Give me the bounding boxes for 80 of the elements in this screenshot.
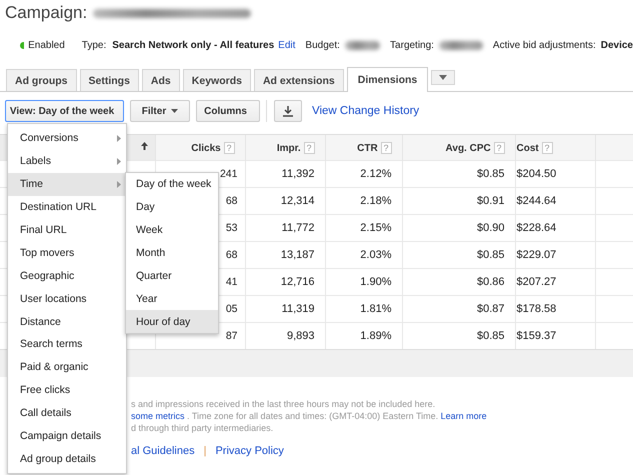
budget-label: Budget: (305, 40, 340, 50)
footer-note-text: s and impressions received in the last three hours may not be included here. (131, 399, 436, 409)
targeting-label: Targeting: (390, 40, 434, 50)
footer-note-text: . Time zone for all dates and times: (GMT-04:00) Eastern Time. (187, 411, 438, 421)
menu-item[interactable]: Campaign details (8, 424, 126, 448)
table-cell: 13,187 (245, 242, 325, 268)
table-cell: $0.90 (402, 214, 515, 242)
table-cell: $0.91 (402, 188, 515, 214)
edit-link[interactable]: Edit (278, 40, 296, 50)
table-cell: $228.64 (515, 214, 595, 242)
status-text: Enabled (28, 40, 65, 50)
footer-link[interactable]: al Guidelines (131, 445, 195, 457)
view-change-history-link[interactable]: View Change History (312, 105, 420, 117)
download-button[interactable] (274, 100, 302, 122)
menu-item[interactable]: Destination URL (8, 196, 126, 219)
table-cell: 2.12% (325, 160, 402, 188)
download-icon (283, 106, 293, 116)
column-header[interactable]: Avg. CPC ? (402, 134, 515, 160)
tab[interactable]: Settings (80, 69, 139, 91)
table-cell: $207.27 (515, 268, 595, 296)
column-header[interactable]: Impr. ? (245, 134, 325, 160)
column-header[interactable]: Clicks ? (155, 134, 245, 160)
menu-item[interactable]: Call details (8, 402, 126, 425)
footer-note-link[interactable]: Learn more (440, 411, 487, 421)
menu-item[interactable]: Free clicks (8, 378, 126, 402)
table-cell: 12,716 (245, 268, 325, 296)
menu-item[interactable]: Time (8, 172, 126, 196)
menu-item[interactable]: Distance (8, 310, 126, 334)
campaign-type: Search Network only - All features (112, 40, 274, 50)
caret-icon (439, 75, 448, 80)
footer-note-text: d through third party intermediaries. (131, 423, 274, 433)
menu-item[interactable]: Ad group details (8, 447, 126, 470)
table-cell: 11,772 (245, 214, 325, 242)
footer-note-link[interactable]: some metrics (131, 411, 185, 421)
table-cell: 2.15% (325, 214, 402, 242)
table-cell: $178.58 (515, 296, 595, 322)
page-title: Campaign: (5, 3, 88, 23)
menu-item[interactable]: Labels (8, 150, 126, 173)
table-cell: $244.64 (515, 188, 595, 214)
tab[interactable]: Ad extensions (254, 69, 344, 91)
tab[interactable]: Keywords (182, 69, 251, 91)
sort-arrow-icon[interactable] (140, 142, 148, 150)
bid-adjustments-label: Active bid adjustments: (492, 40, 596, 50)
table-cell: 12,314 (245, 188, 325, 214)
type-label: Type: (82, 40, 106, 50)
blurred-budget (344, 40, 380, 50)
filter-button[interactable]: Filter (130, 100, 190, 122)
bid-adjustments-value: Device (600, 40, 633, 50)
table-cell: $0.87 (402, 296, 515, 322)
more-tabs-button[interactable] (431, 70, 456, 85)
table-cell: 1.81% (325, 296, 402, 322)
menu-item[interactable]: Paid & organic (8, 356, 126, 379)
table-cell: $0.85 (402, 160, 515, 188)
tab[interactable]: Dimensions (346, 67, 428, 92)
column-header[interactable]: Cost ? (515, 134, 595, 160)
view-dropdown-button[interactable]: View: Day of the week (5, 100, 124, 122)
table-cell: $204.50 (515, 160, 595, 188)
menu-item[interactable]: Top movers (8, 241, 126, 264)
table-cell: 11,392 (245, 160, 325, 188)
table-cell: $0.85 (402, 242, 515, 268)
menu-item[interactable]: Search terms (8, 333, 126, 356)
tab[interactable]: Ads (142, 69, 180, 91)
table-cell: $229.07 (515, 242, 595, 268)
menu-item[interactable]: Conversions (8, 127, 126, 150)
blurred-targeting (438, 40, 483, 50)
menu-item[interactable]: Geographic (8, 264, 126, 288)
footer-link[interactable]: Privacy Policy (215, 445, 284, 457)
table-cell: 1.90% (325, 268, 402, 296)
table-cell: $0.86 (402, 268, 515, 296)
tab[interactable]: Ad groups (6, 69, 76, 91)
table-cell: 2.03% (325, 242, 402, 268)
menu-item[interactable]: User locations (8, 287, 126, 310)
menu-item[interactable]: Final URL (8, 218, 126, 242)
menu-item[interactable]: Hour of day (126, 310, 218, 334)
column-header[interactable]: CTR ? (325, 134, 402, 160)
link-separator: | (204, 445, 206, 457)
table-cell: 2.18% (325, 188, 402, 214)
caret-icon (171, 109, 178, 113)
columns-button[interactable]: Columns (196, 100, 260, 122)
table-cell: 11,319 (245, 296, 325, 322)
